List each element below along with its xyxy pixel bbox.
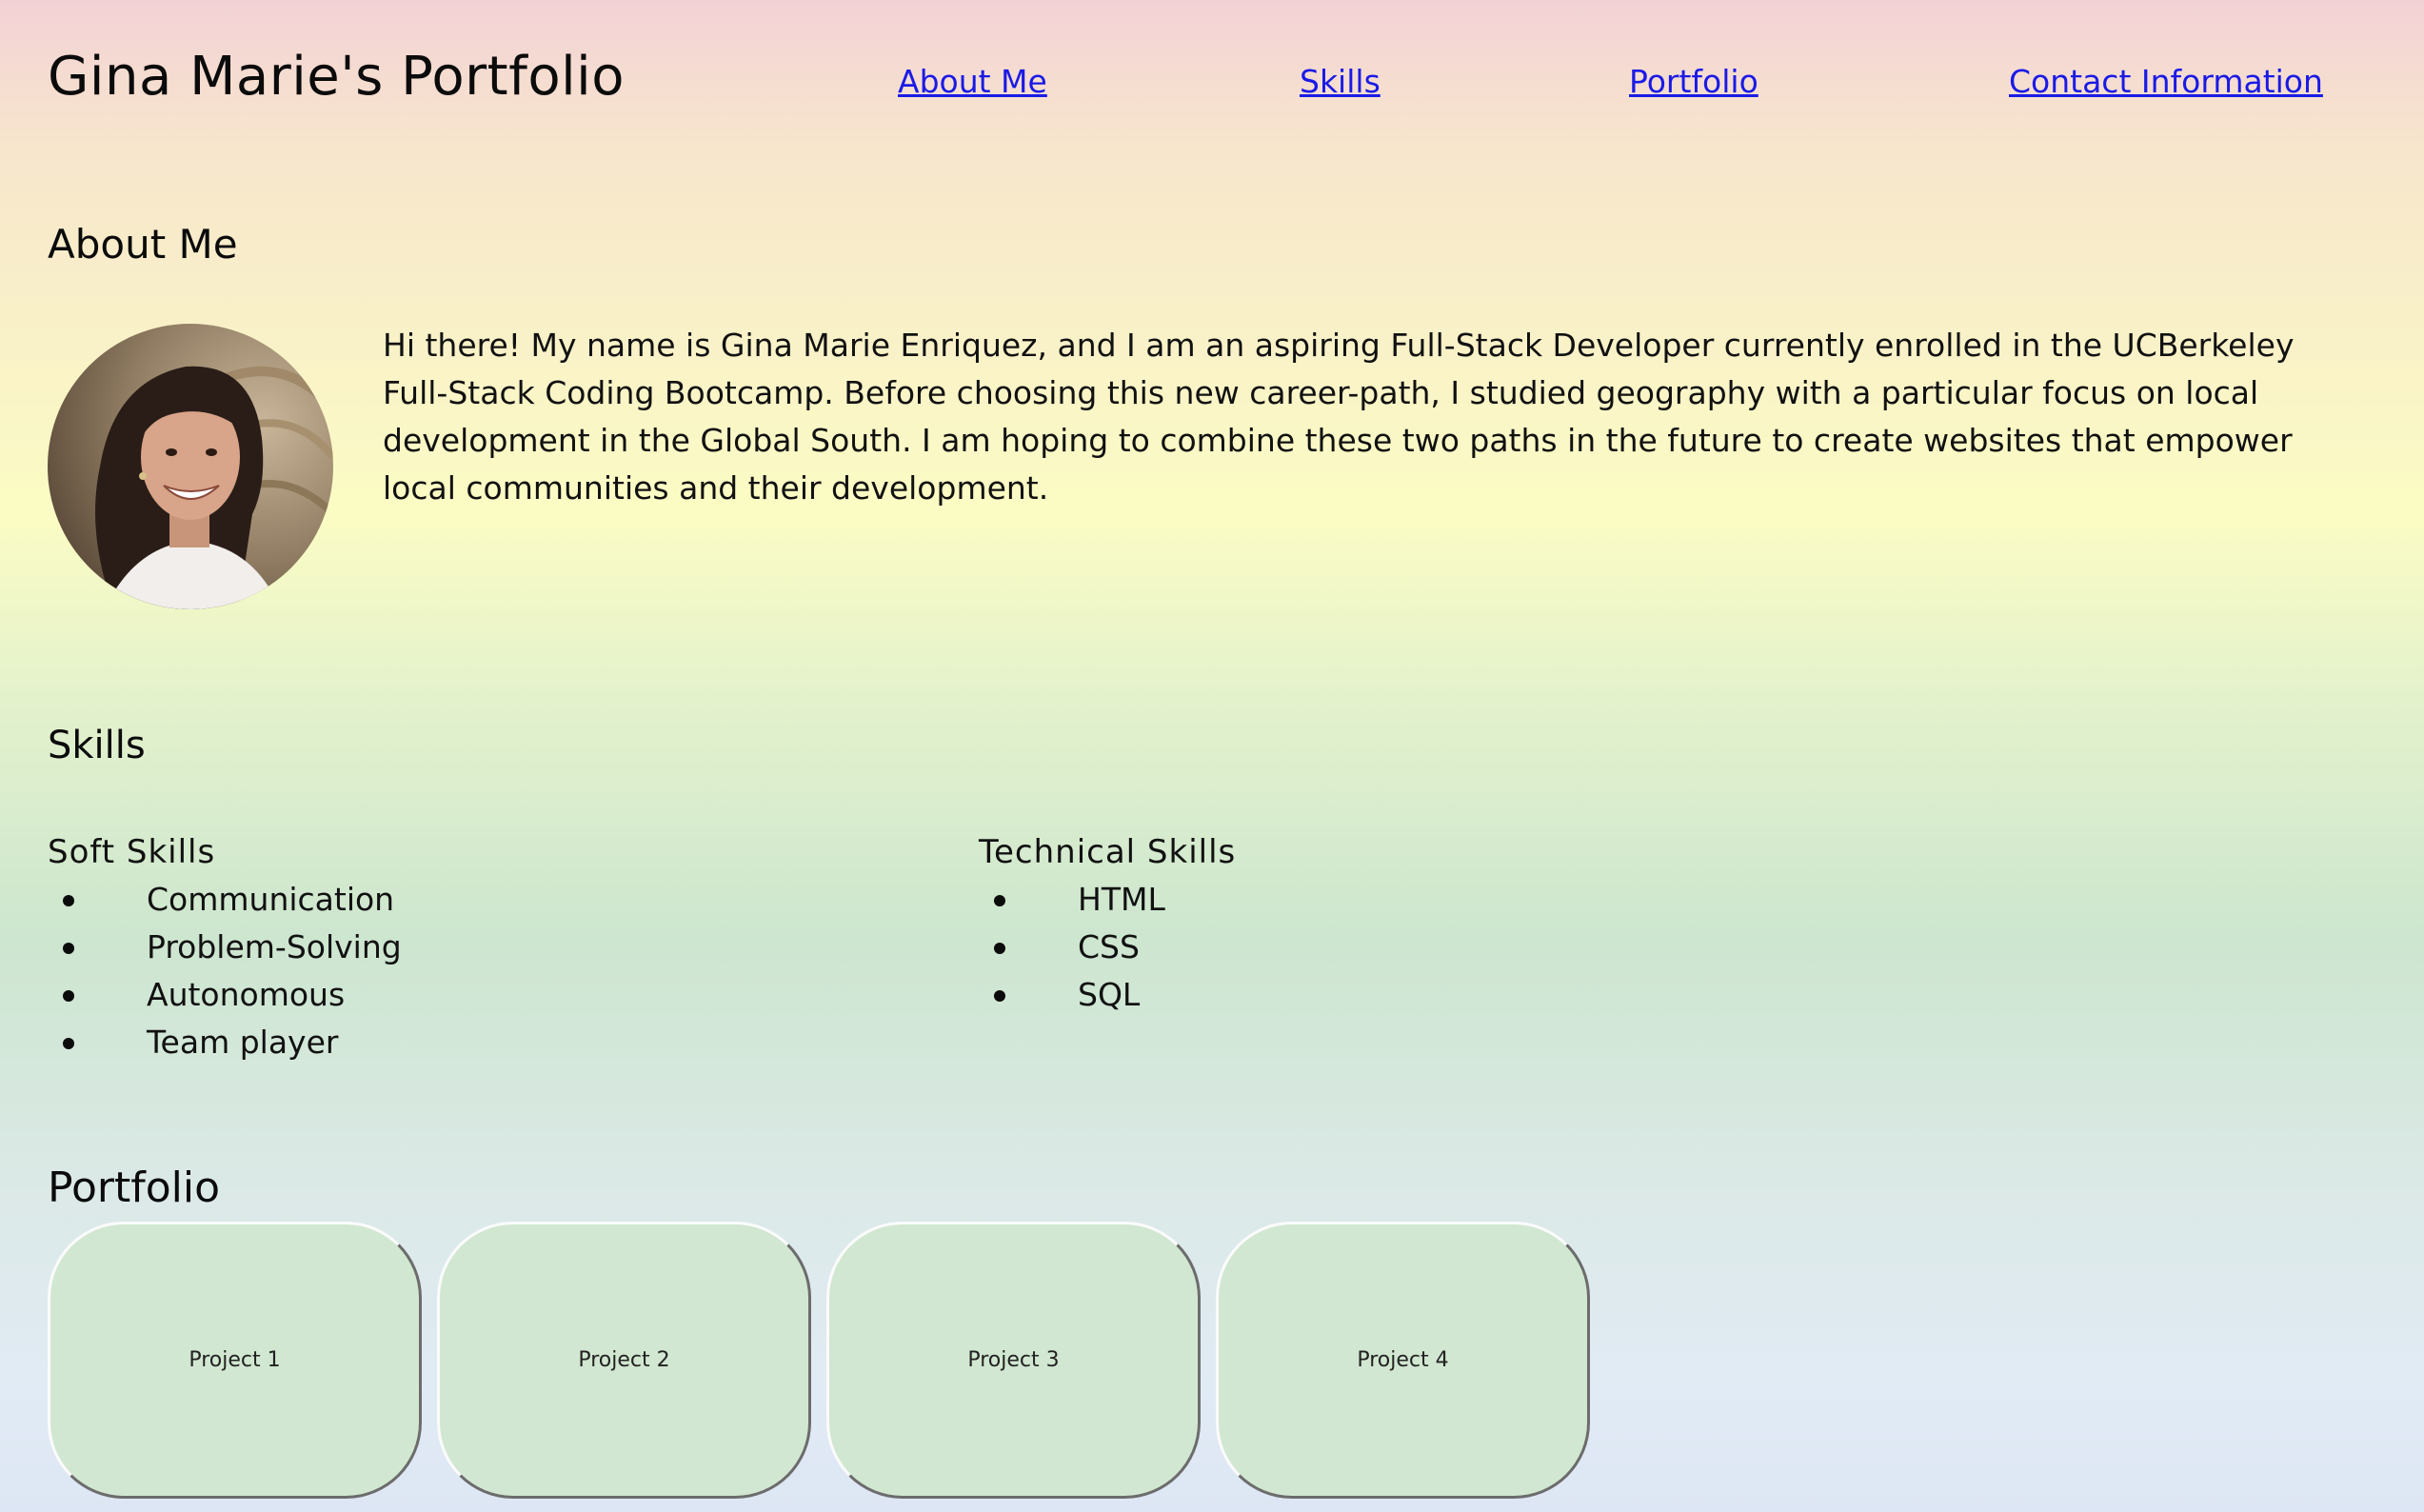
bullet-icon <box>63 990 74 1002</box>
project-card[interactable]: Project 1 <box>48 1222 422 1499</box>
skill-label: SQL <box>1078 976 1141 1013</box>
project-label: Project 2 <box>578 1348 670 1372</box>
project-label: Project 4 <box>1357 1348 1449 1372</box>
project-label: Project 3 <box>967 1348 1060 1372</box>
nav-link-contact-information[interactable]: Contact Information <box>2009 63 2323 100</box>
about-bio: Hi there! My name is Gina Marie Enriquez… <box>383 327 2295 507</box>
bullet-icon <box>63 895 74 906</box>
skill-label: Problem-Solving <box>147 928 402 965</box>
project-card[interactable]: Project 2 <box>437 1222 811 1499</box>
technical-skills-column: Technical Skills HTML CSS SQL <box>979 828 1236 1019</box>
skills-heading: Skills <box>48 724 146 767</box>
list-item: HTML <box>979 876 1236 924</box>
site-title: Gina Marie's Portfolio <box>48 46 625 108</box>
skill-label: Communication <box>147 881 395 918</box>
project-card[interactable]: Project 3 <box>826 1222 1201 1499</box>
bullet-icon <box>63 1038 74 1049</box>
portfolio-heading: Portfolio <box>48 1164 221 1212</box>
nav-link-portfolio[interactable]: Portfolio <box>1629 63 1758 100</box>
about-heading: About Me <box>48 221 238 268</box>
skill-label: HTML <box>1078 881 1165 918</box>
nav-link-about-me[interactable]: About Me <box>898 63 1047 100</box>
soft-skills-title: Soft Skills <box>48 833 216 871</box>
list-item: Autonomous <box>48 971 402 1019</box>
project-card[interactable]: Project 4 <box>1216 1222 1590 1499</box>
bullet-icon <box>994 943 1005 954</box>
skill-label: Team player <box>147 1024 339 1061</box>
technical-skills-title: Technical Skills <box>979 833 1237 871</box>
list-item: CSS <box>979 924 1236 971</box>
bullet-icon <box>63 943 74 954</box>
soft-skills-column: Soft Skills Communication Problem-Solvin… <box>48 828 402 1066</box>
site-header: Gina Marie's Portfolio About Me Skills P… <box>0 0 2424 162</box>
technical-skills-list: HTML CSS SQL <box>979 876 1236 1019</box>
bullet-icon <box>994 895 1005 906</box>
list-item: Team player <box>48 1019 402 1066</box>
nav-link-skills[interactable]: Skills <box>1300 63 1381 100</box>
list-item: SQL <box>979 971 1236 1019</box>
list-item: Problem-Solving <box>48 924 402 971</box>
list-item: Communication <box>48 876 402 924</box>
project-label: Project 1 <box>189 1348 281 1372</box>
profile-photo <box>48 324 333 609</box>
skill-label: CSS <box>1078 928 1140 965</box>
bullet-icon <box>994 990 1005 1002</box>
skill-label: Autonomous <box>147 976 346 1013</box>
soft-skills-list: Communication Problem-Solving Autonomous… <box>48 876 402 1066</box>
